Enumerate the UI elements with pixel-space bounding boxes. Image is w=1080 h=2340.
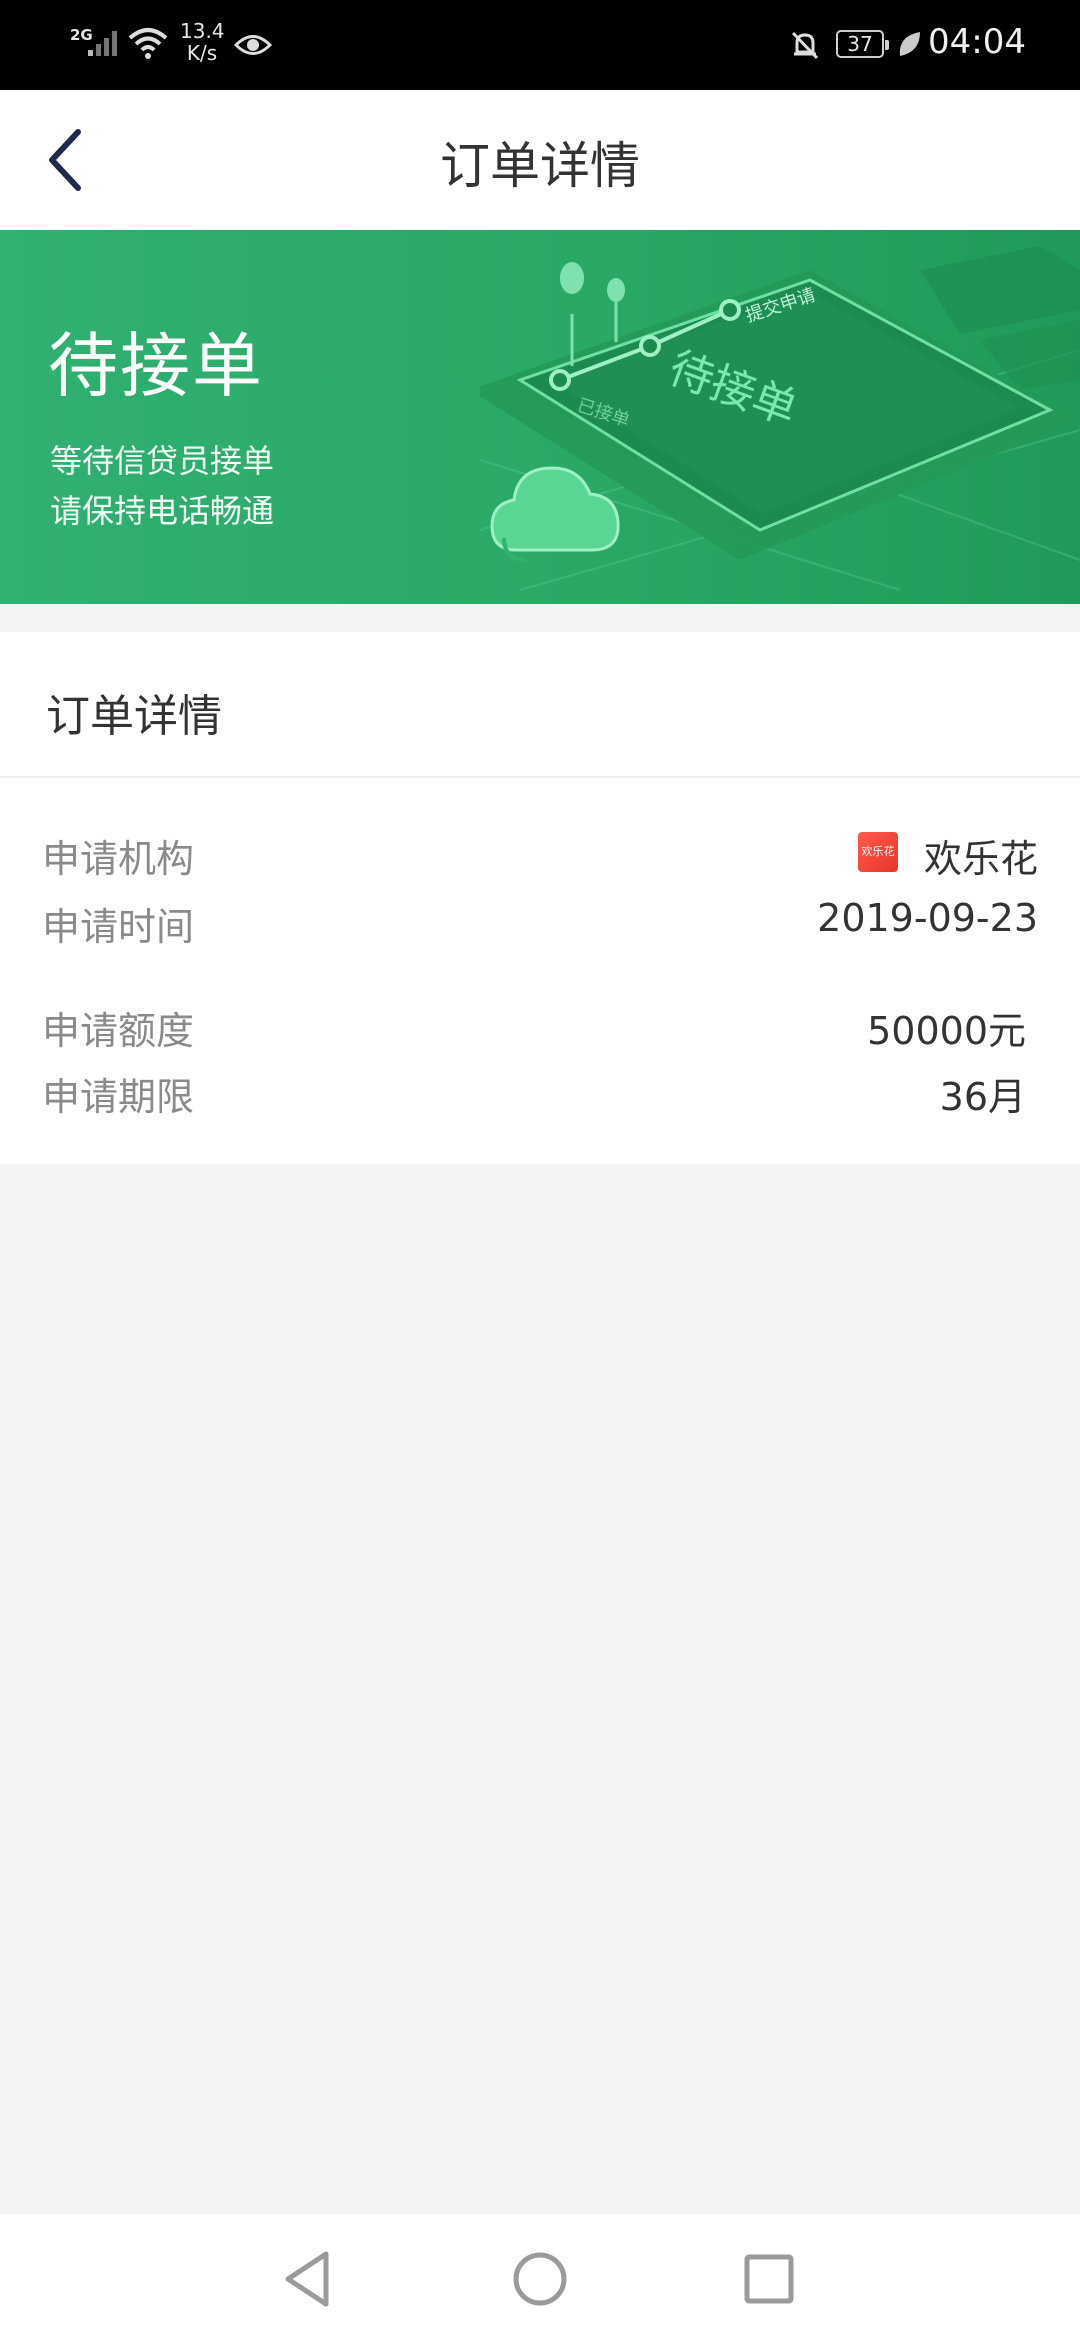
nav-home-button[interactable] xyxy=(505,2244,575,2314)
value-term: 36月 xyxy=(939,1075,1026,1119)
nav-recent-button[interactable] xyxy=(734,2244,804,2314)
wifi-icon xyxy=(128,26,168,64)
label-apply-time: 申请时间 xyxy=(42,905,195,949)
circle-home-icon xyxy=(513,2252,567,2306)
network-speed: 13.4 K/s xyxy=(180,19,225,65)
divider xyxy=(0,776,1080,778)
cloud-icon xyxy=(490,466,620,562)
status-message-line2: 请保持电话畅通 xyxy=(50,492,275,530)
label-amount: 申请额度 xyxy=(42,1009,195,1053)
battery-indicator: 37 xyxy=(836,30,889,58)
clock: 04:04 xyxy=(928,22,1026,62)
bell-off-icon xyxy=(788,28,822,66)
eye-icon xyxy=(233,30,273,64)
square-recent-icon xyxy=(744,2254,794,2304)
status-bar: 2G 13.4 K/s 37 04:04 xyxy=(0,0,1080,90)
section-title: 订单详情 xyxy=(46,691,222,742)
value-institution: 欢乐花 xyxy=(923,837,1038,881)
app-header: 订单详情 xyxy=(0,90,1080,230)
status-banner: 待接单 等待信贷员接单 请保持电话畅通 提交申请 待接单 已接单 xyxy=(0,230,1080,604)
label-institution: 申请机构 xyxy=(42,837,195,881)
leaf-icon xyxy=(896,28,922,64)
label-term: 申请期限 xyxy=(42,1075,195,1119)
value-apply-time: 2019-09-23 xyxy=(817,896,1038,940)
value-amount: 50000元 xyxy=(867,1009,1026,1053)
status-message-line1: 等待信贷员接单 xyxy=(50,442,275,480)
triangle-back-icon xyxy=(285,2251,329,2307)
system-nav-bar xyxy=(0,2214,1080,2340)
signal-icon xyxy=(86,26,122,62)
institution-logo: 欢乐花 xyxy=(858,832,898,872)
order-details-card: 订单详情 申请机构 欢乐花 欢乐花 申请时间 2019-09-23 申请额度 5… xyxy=(0,632,1080,1164)
nav-back-button[interactable] xyxy=(274,2244,344,2314)
page-title: 订单详情 xyxy=(440,137,640,195)
order-status-title: 待接单 xyxy=(48,325,264,407)
